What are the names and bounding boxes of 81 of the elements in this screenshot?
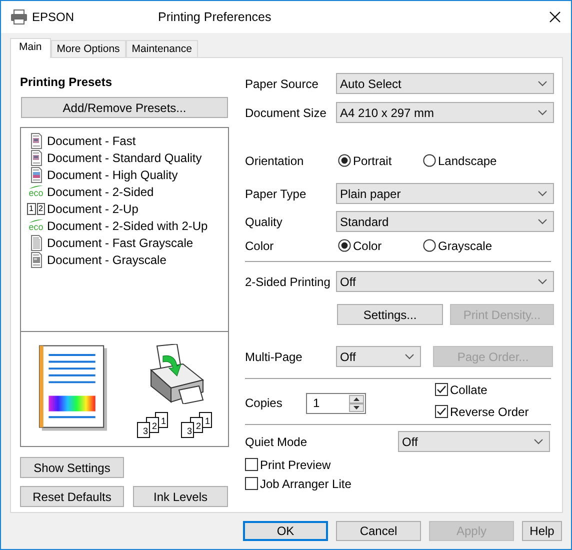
preset-item[interactable]: eco Document - 2-Sided with 2-Up — [27, 217, 222, 234]
tab[interactable]: Main — [10, 38, 51, 58]
quality-dropdown[interactable]: Standard — [336, 211, 554, 232]
tab[interactable]: More Options — [50, 40, 126, 57]
field-label: 2-Sided Printing — [245, 274, 332, 288]
preset-label: Document - 2-Sided — [47, 184, 154, 198]
settings-button[interactable]: Settings... — [337, 304, 443, 325]
section-title: Printing Presets — [20, 75, 114, 90]
eco-label: eco — [28, 223, 44, 232]
copies-value: 1 — [313, 396, 320, 410]
collate-checkbox[interactable]: Collate — [435, 382, 529, 397]
field-label: Color — [245, 238, 275, 252]
chevron-icon — [538, 80, 547, 86]
field-label: Orientation — [245, 154, 305, 168]
paper-source-dropdown[interactable]: Auto Select — [336, 73, 554, 94]
multi-page-dropdown[interactable]: Off — [336, 346, 421, 367]
grayscale-radio[interactable]: Grayscale — [423, 238, 492, 253]
chevron-icon — [405, 354, 414, 360]
checkbox-icon[interactable] — [435, 405, 448, 418]
reverse-order-checkbox[interactable]: Reverse Order — [435, 404, 529, 419]
checkbox-icon[interactable] — [245, 477, 258, 490]
radio-icon[interactable] — [338, 154, 351, 167]
preset-label: Document - 2-Up — [47, 202, 138, 216]
field-label: Paper Source — [245, 76, 320, 90]
preset-item[interactable]: Document - Grayscale — [27, 251, 222, 268]
preset-label: Document - Fast Grayscale — [47, 236, 194, 250]
preset-item[interactable]: Document - Standard Quality — [27, 149, 222, 166]
preset-label: Document - Fast — [47, 134, 136, 148]
print-preview-checkbox[interactable]: Print Preview — [245, 457, 555, 472]
brand-name: EPSON — [32, 10, 76, 24]
chevron-icon — [538, 278, 547, 284]
preset-label: Document - High Quality — [47, 168, 178, 182]
job-arranger-lite-checkbox[interactable]: Job Arranger Lite — [245, 476, 555, 491]
document-size-dropdown[interactable]: A4 210 x 297 mm — [336, 102, 554, 123]
ok-button[interactable]: OK — [243, 521, 328, 541]
preset-item[interactable]: 1 2 Document - 2-Up — [27, 200, 222, 217]
landscape-radio[interactable]: Landscape — [423, 153, 497, 168]
field-label: Document Size — [245, 106, 328, 120]
chevron-icon — [534, 438, 543, 444]
quiet-mode-dropdown[interactable]: Off — [398, 431, 550, 452]
preset-item[interactable]: Document - Fast Grayscale — [27, 234, 222, 251]
preset-item[interactable]: eco Document - 2-Sided — [27, 183, 222, 200]
add-remove-presets-button[interactable]: Add/Remove Presets... — [21, 97, 228, 118]
page-number: 3 — [137, 422, 150, 438]
portrait-radio[interactable]: Portrait — [338, 153, 423, 168]
preset-label: Document - Grayscale — [47, 252, 166, 266]
field-label: Quiet Mode — [245, 434, 308, 448]
paper-type-dropdown[interactable]: Plain paper — [336, 183, 554, 204]
copies-field[interactable]: 1 — [306, 392, 366, 414]
cancel-button[interactable]: Cancel — [336, 521, 421, 541]
color-radio[interactable]: Color — [338, 238, 423, 253]
radio-icon[interactable] — [338, 239, 351, 252]
chevron-icon — [538, 190, 547, 196]
preset-label: Document - 2-Sided with 2-Up — [47, 218, 208, 232]
chevron-icon — [538, 110, 547, 116]
field-label: Copies — [245, 396, 284, 410]
preset-item[interactable]: Document - Fast — [27, 132, 222, 149]
page-tile: 1 — [27, 202, 36, 214]
preset-label: Document - Standard Quality — [47, 150, 202, 164]
window-title: Printing Preferences — [158, 10, 272, 24]
page-tile: 2 — [36, 202, 45, 214]
chevron-icon — [538, 218, 547, 224]
radio-icon[interactable] — [423, 239, 436, 252]
page-number: 3 — [181, 422, 194, 438]
field-label: Paper Type — [245, 186, 308, 200]
two-sided-dropdown[interactable]: Off — [336, 271, 554, 292]
show-settings-button[interactable]: Show Settings — [20, 457, 124, 478]
printer-icon — [10, 9, 28, 25]
eco-label: eco — [28, 189, 44, 198]
tab[interactable]: Maintenance — [126, 40, 198, 57]
checkbox-icon[interactable] — [435, 383, 448, 396]
spinner-icon[interactable] — [349, 394, 364, 412]
help-button[interactable]: Help — [522, 521, 562, 541]
reset-defaults-button[interactable]: Reset Defaults — [20, 486, 124, 507]
field-label: Quality — [245, 214, 284, 228]
checkbox-icon[interactable] — [245, 458, 258, 471]
field-label: Multi-Page — [245, 350, 304, 364]
close-icon[interactable] — [549, 11, 561, 23]
radio-icon[interactable] — [423, 154, 436, 167]
ink-levels-button[interactable]: Ink Levels — [133, 486, 228, 507]
preset-item[interactable]: Document - High Quality — [27, 166, 222, 183]
